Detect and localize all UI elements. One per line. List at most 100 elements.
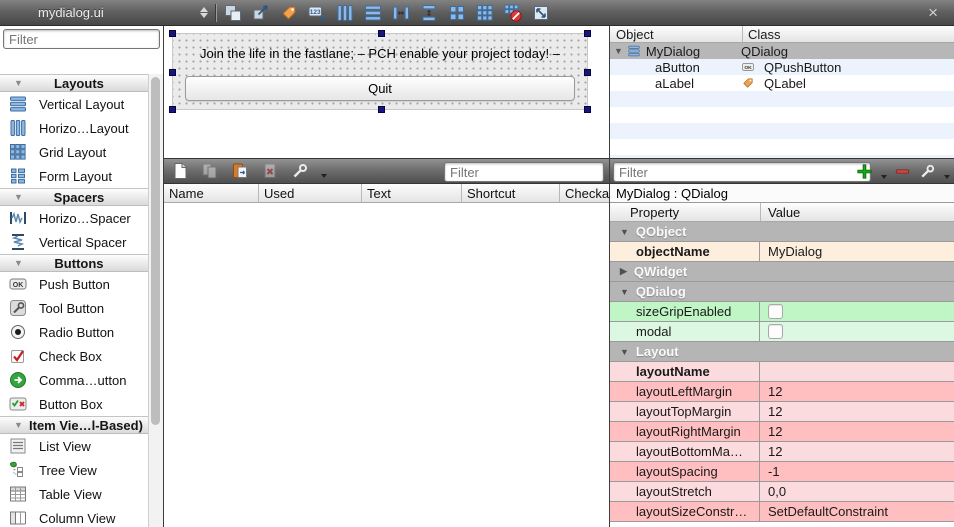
property-group-layout[interactable]: ▼Layout (610, 342, 954, 362)
widget-item-vertical-spacer[interactable]: Vertical Spacer (0, 230, 149, 254)
resize-handle-bottom-center[interactable] (378, 106, 385, 113)
configure-actions-icon[interactable] (290, 161, 310, 181)
property-row-modal[interactable]: modal (610, 322, 954, 342)
expand-collapse-icon[interactable]: ▼ (620, 287, 629, 297)
action-column-text[interactable]: Text (361, 184, 461, 202)
resize-handle-top-center[interactable] (378, 30, 385, 37)
property-value[interactable]: SetDefaultConstraint (760, 502, 954, 521)
lay-out-splitter-horizontal-icon[interactable] (391, 3, 411, 23)
property-value[interactable]: 12 (760, 382, 954, 401)
resize-handle-top-right[interactable] (584, 30, 591, 37)
property-row-layoutleftmargin[interactable]: layoutLeftMargin12 (610, 382, 954, 402)
property-row-sizegripenabled[interactable]: sizeGripEnabled (610, 302, 954, 322)
resize-handle-bottom-right[interactable] (584, 106, 591, 113)
lay-out-splitter-vertical-icon[interactable] (419, 3, 439, 23)
lay-out-grid-icon[interactable] (475, 3, 495, 23)
property-column-header[interactable]: Property (610, 203, 760, 221)
property-value[interactable]: -1 (760, 462, 954, 481)
value-column-header[interactable]: Value (760, 203, 954, 221)
property-checkbox[interactable] (768, 304, 783, 319)
widget-section-spacers[interactable]: ▼Spacers (0, 188, 149, 206)
widget-item-horizo-spacer[interactable]: Horizo…Spacer (0, 206, 149, 230)
resize-handle-mid-left[interactable] (169, 69, 176, 76)
property-value[interactable]: 12 (760, 402, 954, 421)
widget-item-tool-button[interactable]: Tool Button (0, 296, 149, 320)
action-filter-input[interactable] (444, 162, 604, 182)
edit-signals-slots-icon[interactable] (251, 3, 271, 23)
property-value[interactable]: 12 (760, 422, 954, 441)
property-row-layoutsizeconstr[interactable]: layoutSizeConstr…SetDefaultConstraint (610, 502, 954, 522)
lay-out-horizontally-icon[interactable] (335, 3, 355, 23)
property-value[interactable] (760, 362, 954, 381)
pane-splitter-left[interactable] (163, 26, 164, 527)
property-row-objectname[interactable]: objectNameMyDialog (610, 242, 954, 262)
widget-section-item-vie-l-based[interactable]: ▼Item Vie…l-Based) (0, 416, 149, 434)
dialog-quit-button[interactable]: Quit (185, 76, 575, 101)
widget-box-filter-input[interactable] (3, 29, 160, 49)
inspector-row-abutton[interactable]: aButtonOKQPushButton (610, 59, 954, 75)
inspector-row-alabel[interactable]: aLabelQLabel (610, 75, 954, 91)
widget-box-scrollbar[interactable] (148, 74, 163, 527)
scrollbar-thumb[interactable] (151, 77, 160, 425)
widget-section-layouts[interactable]: ▼Layouts (0, 74, 149, 92)
property-value[interactable]: 12 (760, 442, 954, 461)
edit-buddies-icon[interactable] (279, 3, 299, 23)
widget-item-check-box[interactable]: Check Box (0, 344, 149, 368)
widget-item-grid-layout[interactable]: Grid Layout (0, 140, 149, 164)
property-group-qwidget[interactable]: ▶QWidget (610, 262, 954, 282)
action-column-used[interactable]: Used (258, 184, 361, 202)
new-action-icon[interactable] (170, 161, 190, 181)
class-column-header[interactable]: Class (742, 26, 954, 42)
widget-item-horizo-layout[interactable]: Horizo…Layout (0, 116, 149, 140)
lay-out-vertically-icon[interactable] (363, 3, 383, 23)
widget-item-table-view[interactable]: Table View (0, 482, 149, 506)
remove-dynamic-property-icon[interactable] (893, 162, 912, 181)
property-row-layouttopmargin[interactable]: layoutTopMargin12 (610, 402, 954, 422)
property-value[interactable]: 0,0 (760, 482, 954, 501)
object-column-header[interactable]: Object (610, 26, 742, 42)
configure-property-editor-icon[interactable] (918, 162, 937, 181)
widget-item-vertical-layout[interactable]: Vertical Layout (0, 92, 149, 116)
break-layout-icon[interactable] (503, 3, 523, 23)
close-icon[interactable]: × (928, 3, 938, 23)
property-row-layoutbottomma[interactable]: layoutBottomMa…12 (610, 442, 954, 462)
widget-item-list-view[interactable]: List View (0, 434, 149, 458)
property-checkbox[interactable] (768, 324, 783, 339)
action-table-body[interactable] (164, 203, 609, 527)
widget-item-comma-utton[interactable]: Comma…utton (0, 368, 149, 392)
resize-handle-mid-right[interactable] (584, 69, 591, 76)
property-filter-input[interactable] (613, 162, 871, 182)
resize-handle-top-left[interactable] (169, 30, 176, 37)
dialog-label-aLabel[interactable]: Join the life in the fastlane; – PCH ena… (185, 46, 575, 64)
property-group-qdialog[interactable]: ▼QDialog (610, 282, 954, 302)
pane-splitter-right[interactable] (609, 26, 610, 527)
property-row-layoutspacing[interactable]: layoutSpacing-1 (610, 462, 954, 482)
property-value[interactable]: MyDialog (760, 242, 954, 261)
widget-section-buttons[interactable]: ▼Buttons (0, 254, 149, 272)
edit-tab-order-icon[interactable]: 123 (307, 3, 327, 23)
action-column-name[interactable]: Name (164, 184, 258, 202)
pane-stepper-icon[interactable] (200, 7, 208, 18)
action-column-checkab[interactable]: Checkab (559, 184, 609, 202)
widget-item-button-box[interactable]: Button Box (0, 392, 149, 416)
widget-item-form-layout[interactable]: Form Layout (0, 164, 149, 188)
widget-item-radio-button[interactable]: Radio Button (0, 320, 149, 344)
adjust-size-icon[interactable] (531, 3, 551, 23)
property-row-layoutname[interactable]: layoutName (610, 362, 954, 382)
resize-handle-bottom-left[interactable] (169, 106, 176, 113)
edit-widgets-icon[interactable] (223, 3, 243, 23)
add-dynamic-property-icon[interactable] (855, 162, 874, 181)
lay-out-form-icon[interactable] (447, 3, 467, 23)
widget-item-column-view[interactable]: Column View (0, 506, 149, 527)
designed-dialog-widget[interactable]: Join the life in the fastlane; – PCH ena… (172, 33, 588, 110)
inspector-row-mydialog[interactable]: ▼MyDialogQDialog (610, 43, 954, 59)
expand-collapse-icon[interactable]: ▶ (620, 266, 627, 277)
edit-action-icon[interactable] (230, 161, 250, 181)
expand-collapse-icon[interactable]: ▼ (614, 46, 623, 56)
property-row-layoutrightmargin[interactable]: layoutRightMargin12 (610, 422, 954, 442)
expand-collapse-icon[interactable]: ▼ (620, 227, 629, 237)
widget-item-push-button[interactable]: OKPush Button (0, 272, 149, 296)
property-row-layoutstretch[interactable]: layoutStretch0,0 (610, 482, 954, 502)
expand-collapse-icon[interactable]: ▼ (620, 347, 629, 357)
property-group-qobject[interactable]: ▼QObject (610, 222, 954, 242)
